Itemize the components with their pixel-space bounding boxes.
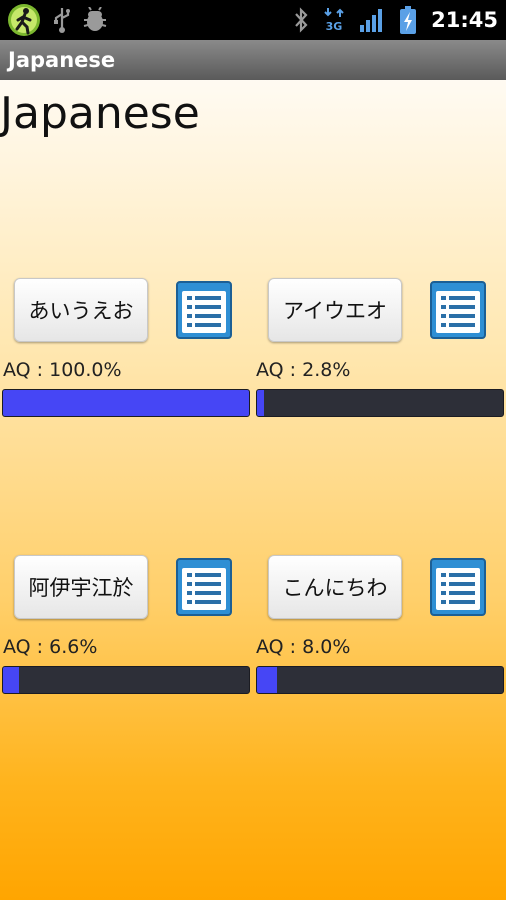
hiragana-progress-bar bbox=[2, 389, 250, 417]
app-title-bar: Japanese bbox=[0, 40, 506, 80]
man-yogana-list-icon[interactable] bbox=[176, 558, 232, 616]
katakana-progress-bar bbox=[256, 389, 504, 417]
hiragana-list-icon[interactable] bbox=[176, 281, 232, 339]
list-glyph-icon bbox=[187, 296, 221, 327]
man-yogana-practice-button[interactable]: 阿伊宇江於 bbox=[14, 555, 148, 619]
hiragana-progress-fill bbox=[3, 390, 249, 416]
status-bar: 3G 21:45 bbox=[0, 0, 506, 40]
svg-text:3G: 3G bbox=[326, 20, 343, 33]
status-bar-right: 3G 21:45 bbox=[293, 0, 498, 40]
page-heading: Japanese bbox=[0, 88, 200, 139]
katakana-aq-label: AQ : 2.8% bbox=[256, 359, 351, 381]
status-bar-left bbox=[6, 3, 108, 37]
words-progress-fill bbox=[257, 667, 277, 693]
man-yogana-aq-label: AQ : 6.6% bbox=[3, 636, 98, 658]
status-bar-time: 21:45 bbox=[431, 8, 498, 32]
words-progress-bar bbox=[256, 666, 504, 694]
words-list-icon[interactable] bbox=[430, 558, 486, 616]
usb-icon bbox=[54, 8, 70, 33]
android-debug-icon bbox=[83, 7, 107, 31]
katakana-progress-fill bbox=[257, 390, 265, 416]
man-yogana-progress-bar bbox=[2, 666, 250, 694]
list-glyph-icon bbox=[187, 573, 221, 604]
battery-charging-icon bbox=[400, 6, 417, 34]
network-3g-icon: 3G bbox=[324, 8, 344, 33]
walker-app-icon bbox=[8, 4, 40, 36]
hiragana-practice-button[interactable]: あいうえお bbox=[14, 278, 148, 342]
katakana-practice-button[interactable]: アイウエオ bbox=[268, 278, 402, 342]
bluetooth-icon bbox=[295, 7, 308, 33]
list-glyph-icon bbox=[441, 573, 475, 604]
man-yogana-progress-fill bbox=[3, 667, 20, 693]
app-title: Japanese bbox=[8, 48, 116, 72]
katakana-list-icon[interactable] bbox=[430, 281, 486, 339]
signal-icon bbox=[360, 9, 383, 32]
hiragana-aq-label: AQ : 100.0% bbox=[3, 359, 122, 381]
words-aq-label: AQ : 8.0% bbox=[256, 636, 351, 658]
list-glyph-icon bbox=[441, 296, 475, 327]
words-practice-button[interactable]: こんにちわ bbox=[268, 555, 402, 619]
